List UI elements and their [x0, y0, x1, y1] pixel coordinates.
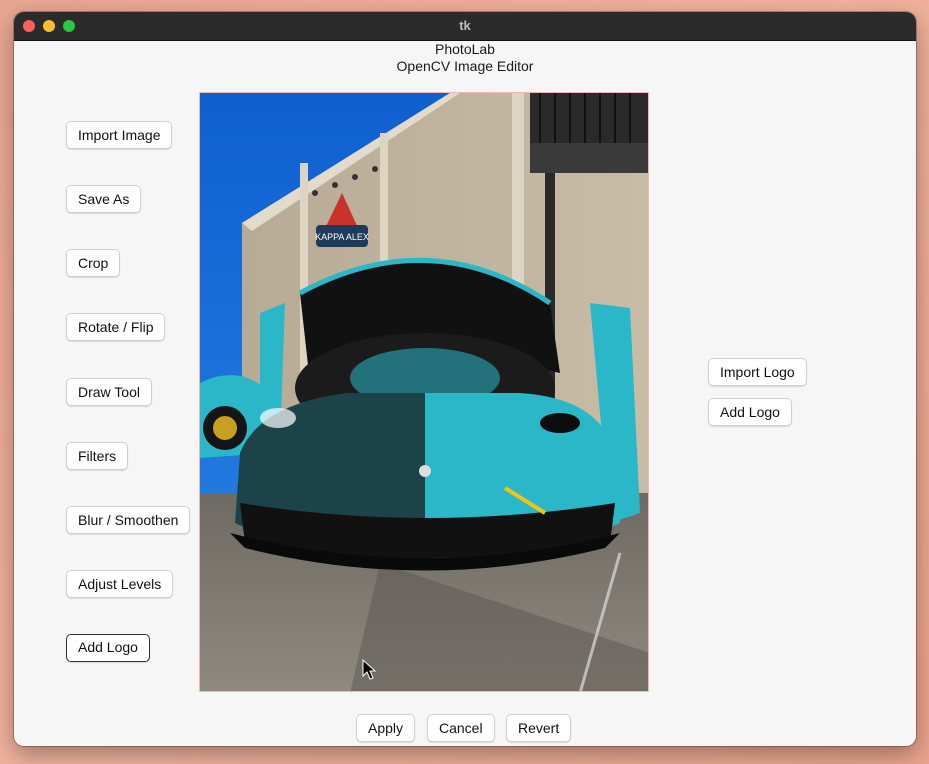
image-canvas[interactable]: KAPPA ALEX [199, 92, 649, 692]
title-bar[interactable]: tk [14, 12, 916, 41]
cancel-button[interactable]: Cancel [427, 714, 495, 742]
apply-button[interactable]: Apply [356, 714, 416, 742]
import-image-button[interactable]: Import Image [66, 121, 173, 149]
save-as-button[interactable]: Save As [66, 185, 142, 213]
filters-button[interactable]: Filters [66, 442, 129, 470]
adjust-levels-button[interactable]: Adjust Levels [66, 570, 174, 598]
import-logo-button[interactable]: Import Logo [708, 358, 807, 386]
blur-smoothen-button[interactable]: Blur / Smoothen [66, 506, 191, 534]
building-sign-text: KAPPA ALEX [315, 232, 369, 242]
app-window: tk PhotoLab OpenCV Image Editor Import I… [14, 12, 916, 746]
draw-tool-button[interactable]: Draw Tool [66, 378, 152, 406]
app-name: PhotoLab [435, 41, 495, 57]
app-subtitle: OpenCV Image Editor [396, 58, 534, 74]
photo-preview: KAPPA ALEX [200, 93, 648, 691]
crop-button[interactable]: Crop [66, 249, 121, 277]
rotate-flip-button[interactable]: Rotate / Flip [66, 313, 166, 341]
revert-button[interactable]: Revert [506, 714, 572, 742]
add-logo-right-button[interactable]: Add Logo [708, 398, 792, 426]
add-logo-button[interactable]: Add Logo [66, 634, 150, 662]
window-title: tk [459, 18, 471, 33]
